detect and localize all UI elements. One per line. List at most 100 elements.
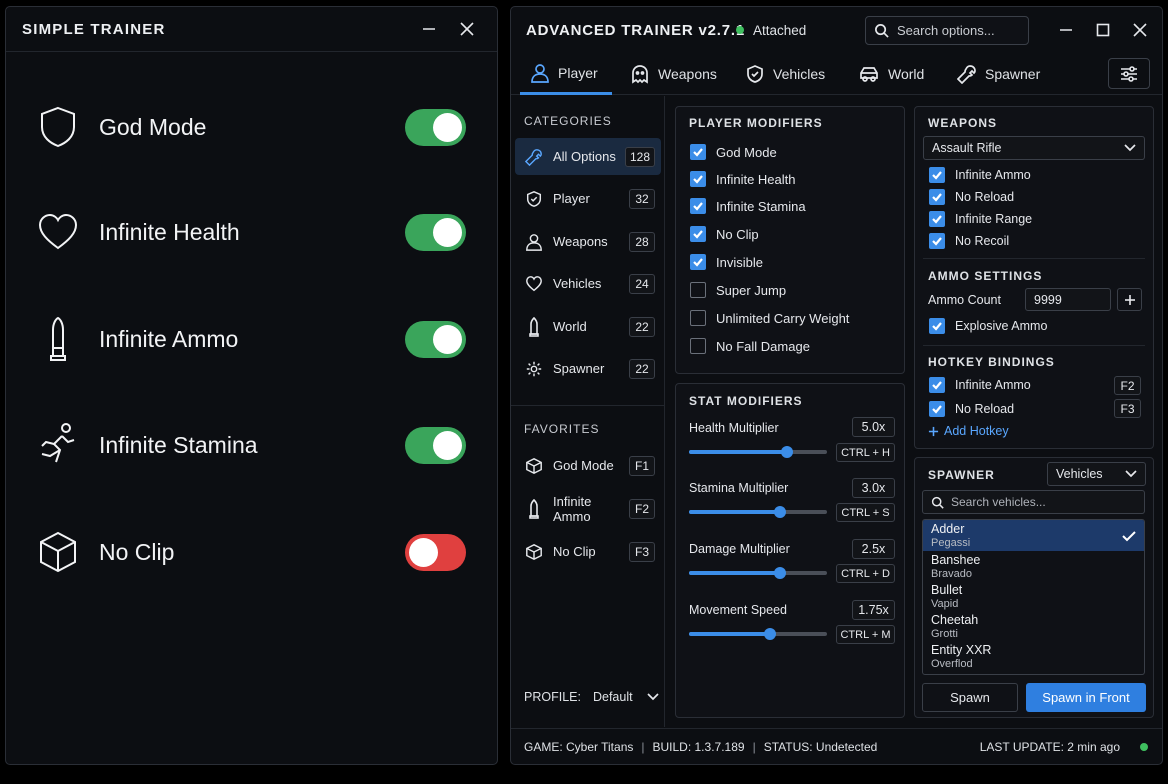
minimize-button[interactable]: [1052, 16, 1080, 44]
count-badge: 22: [629, 316, 655, 337]
checkbox-label: Infinite Ammo: [955, 378, 1031, 392]
category-label: Player: [553, 191, 590, 206]
favorite-no-clip[interactable]: No Clip F3: [515, 533, 661, 570]
checkbox-unlimited-carry-weight[interactable]: Unlimited Carry Weight: [690, 310, 849, 326]
status-right: LAST UPDATE: 2 min ago: [980, 740, 1148, 754]
checkbox-no-reload[interactable]: No Reload: [929, 189, 1014, 205]
close-icon: [1133, 23, 1147, 37]
god-mode-toggle[interactable]: [405, 108, 466, 146]
checkbox-label: No Clip: [716, 226, 759, 242]
tab-label: Spawner: [985, 66, 1041, 82]
sliders-icon: [1121, 65, 1137, 82]
hotkey-no-reload[interactable]: No Reload: [929, 401, 1014, 417]
slider-thumb[interactable]: [774, 506, 787, 518]
checkbox-infinite-health[interactable]: Infinite Health: [690, 171, 796, 187]
checkbox-label: No Fall Damage: [716, 338, 810, 354]
checkbox-infinite-range[interactable]: Infinite Range: [929, 211, 1032, 227]
checkbox-invisible[interactable]: Invisible: [690, 254, 763, 270]
tab-spawner[interactable]: Spawner: [957, 53, 1040, 95]
vehicle-item[interactable]: Bullet Vapid: [923, 581, 1144, 612]
status-game: GAME: Cyber Titans: [524, 740, 634, 754]
options-search-input[interactable]: Search options...: [865, 16, 1029, 45]
simple-row-no-clip: No Clip: [6, 522, 497, 582]
vehicle-brand: Grotti: [931, 628, 958, 640]
checkbox-super-jump[interactable]: Super Jump: [690, 282, 786, 298]
infinite-health-toggle[interactable]: [405, 213, 466, 251]
favorite-label: God Mode: [553, 458, 614, 473]
count-badge: 28: [629, 231, 655, 252]
ammo-increment-button[interactable]: [1117, 288, 1142, 311]
checkbox-no-clip[interactable]: No Clip: [690, 226, 759, 242]
maximize-button[interactable]: [1089, 16, 1117, 44]
tab-world[interactable]: World: [858, 53, 924, 95]
minimize-button[interactable]: [415, 15, 443, 43]
infinite-ammo-toggle[interactable]: [405, 320, 466, 358]
category-spawner[interactable]: Spawner 22: [515, 350, 661, 387]
status-dot: [736, 26, 744, 34]
checkbox-weapon-infinite-ammo[interactable]: Infinite Ammo: [929, 167, 1031, 183]
checkbox-label: Unlimited Carry Weight: [716, 310, 850, 326]
tab-bar: Player Weapons Vehicles World Spawner: [511, 53, 1162, 95]
slider-thumb[interactable]: [764, 628, 777, 640]
checkbox-no-fall-damage[interactable]: No Fall Damage: [690, 338, 810, 354]
vehicle-name: Cheetah: [931, 613, 979, 627]
tab-weapons[interactable]: Weapons: [630, 53, 717, 95]
vehicle-search-input[interactable]: Search vehicles...: [922, 490, 1145, 514]
key-badge: F3: [629, 541, 655, 562]
weapon-select[interactable]: Assault Rifle: [923, 136, 1145, 160]
category-vehicles[interactable]: Vehicles 24: [515, 265, 661, 302]
damage-multiplier-slider[interactable]: [689, 567, 827, 579]
close-icon: [460, 22, 474, 36]
categories-title: CATEGORIES: [524, 114, 612, 128]
stamina-multiplier-slider[interactable]: [689, 506, 827, 518]
spawn-button[interactable]: Spawn: [922, 683, 1018, 712]
vehicle-item[interactable]: Adder Pegassi: [923, 520, 1144, 551]
tab-vehicles[interactable]: Vehicles: [745, 53, 825, 95]
slider-thumb[interactable]: [780, 446, 793, 458]
hotkey-infinite-ammo[interactable]: Infinite Ammo: [929, 377, 1031, 393]
settings-filter-button[interactable]: [1108, 58, 1150, 89]
category-player[interactable]: Player 32: [515, 180, 661, 217]
tab-label: Vehicles: [773, 66, 826, 82]
category-sidebar: CATEGORIES All Options 128 Player 32 Wea…: [511, 96, 665, 727]
toggle-knob: [433, 112, 462, 142]
status-dot: [1140, 743, 1148, 751]
no-clip-toggle[interactable]: [405, 533, 466, 571]
slider-thumb[interactable]: [774, 567, 787, 579]
vehicle-item[interactable]: Banshee Bravado: [923, 551, 1144, 582]
check-icon: [693, 258, 703, 267]
tab-player[interactable]: Player: [520, 53, 612, 95]
profile-select[interactable]: PROFILE: Default: [524, 690, 659, 704]
vehicle-brand: Vapid: [931, 598, 959, 610]
vehicle-item[interactable]: Cheetah Grotti: [923, 611, 1144, 642]
close-button[interactable]: [1126, 16, 1154, 44]
checkbox-explosive-ammo[interactable]: Explosive Ammo: [929, 318, 1047, 334]
check-icon: [932, 322, 942, 331]
infinite-stamina-toggle[interactable]: [405, 426, 466, 464]
favorite-god-mode[interactable]: God Mode F1: [515, 447, 661, 484]
check-icon: [693, 202, 703, 211]
checkbox: [690, 144, 706, 160]
weapon-select-value: Assault Rifle: [932, 141, 1002, 155]
spawn-in-front-button[interactable]: Spawn in Front: [1026, 683, 1146, 712]
check-icon: [932, 381, 942, 390]
vehicle-item[interactable]: Entity XXR Overflod: [923, 641, 1144, 672]
toggle-knob: [433, 324, 462, 354]
checkbox-label: Explosive Ammo: [955, 319, 1048, 333]
health-multiplier-slider[interactable]: [689, 446, 827, 458]
close-button[interactable]: [453, 15, 481, 43]
favorite-infinite-ammo[interactable]: Infinite Ammo F2: [515, 490, 661, 527]
category-all-options[interactable]: All Options 128: [515, 138, 661, 175]
category-weapons[interactable]: Weapons 28: [515, 223, 661, 260]
ammo-count-input[interactable]: 9999: [1025, 288, 1111, 311]
category-world[interactable]: World 22: [515, 308, 661, 345]
checkbox-god-mode[interactable]: God Mode: [690, 144, 777, 160]
movement-speed-slider[interactable]: [689, 628, 827, 640]
vehicle-name: Bullet: [931, 583, 963, 597]
checkbox-infinite-stamina[interactable]: Infinite Stamina: [690, 198, 806, 214]
stat-value: 2.5x: [852, 539, 895, 559]
hotkey-badge: CTRL + H: [836, 443, 895, 462]
add-hotkey-link[interactable]: Add Hotkey: [928, 424, 1009, 438]
simple-label: Infinite Stamina: [99, 431, 258, 458]
checkbox-no-recoil[interactable]: No Recoil: [929, 233, 1009, 249]
